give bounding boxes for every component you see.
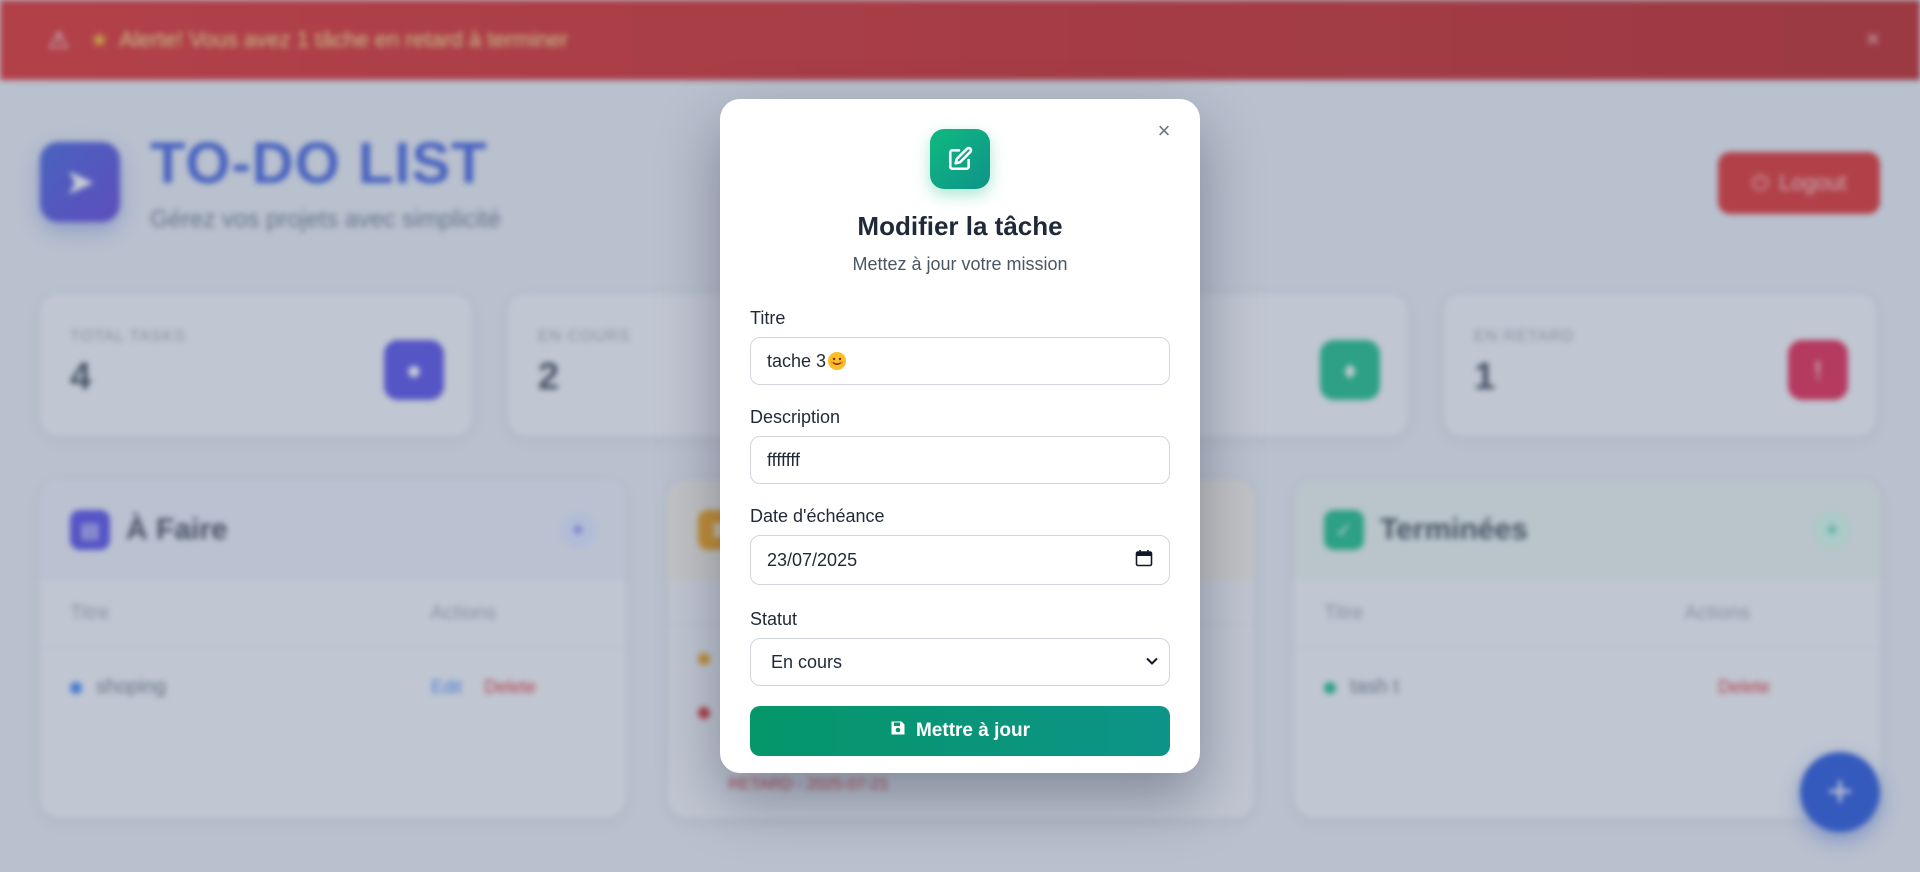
chevron-down-icon [1145,652,1159,673]
title-label: Titre [750,308,786,328]
modal-title: Modifier la tâche [857,211,1063,241]
status-label: Statut [750,609,798,629]
close-icon[interactable]: × [1150,117,1178,145]
due-date-input[interactable]: 23/07/2025 [750,535,1170,585]
description-label: Description [750,407,841,427]
due-date-label: Date d'échéance [750,506,885,526]
status-select[interactable]: En cours [750,638,1170,686]
status-value: En cours [771,651,843,672]
title-input[interactable]: tache 3 [750,337,1170,385]
update-label: Mettre à jour [915,720,1031,741]
calendar-icon[interactable] [1135,549,1153,572]
description-field-group: Description fffffff [750,407,1170,484]
smiling-face-icon [828,352,847,370]
modal-subtitle: Mettez à jour votre mission [852,254,1068,274]
update-button[interactable]: Mettre à jour [750,706,1170,756]
save-icon [890,720,906,742]
title-field-group: Titre tache 3 [750,308,1170,385]
description-value: fffffff [767,449,801,470]
description-input[interactable]: fffffff [750,436,1170,484]
edit-icon [930,129,990,189]
status-field-group: Statut En cours [750,609,1170,686]
due-date-value: 23/07/2025 [767,549,858,570]
title-value: tache 3 [767,350,827,371]
due-date-field-group: Date d'échéance 23/07/2025 [750,506,1170,585]
edit-task-modal: × Modifier la tâche Mettez à jour votre … [720,99,1200,773]
